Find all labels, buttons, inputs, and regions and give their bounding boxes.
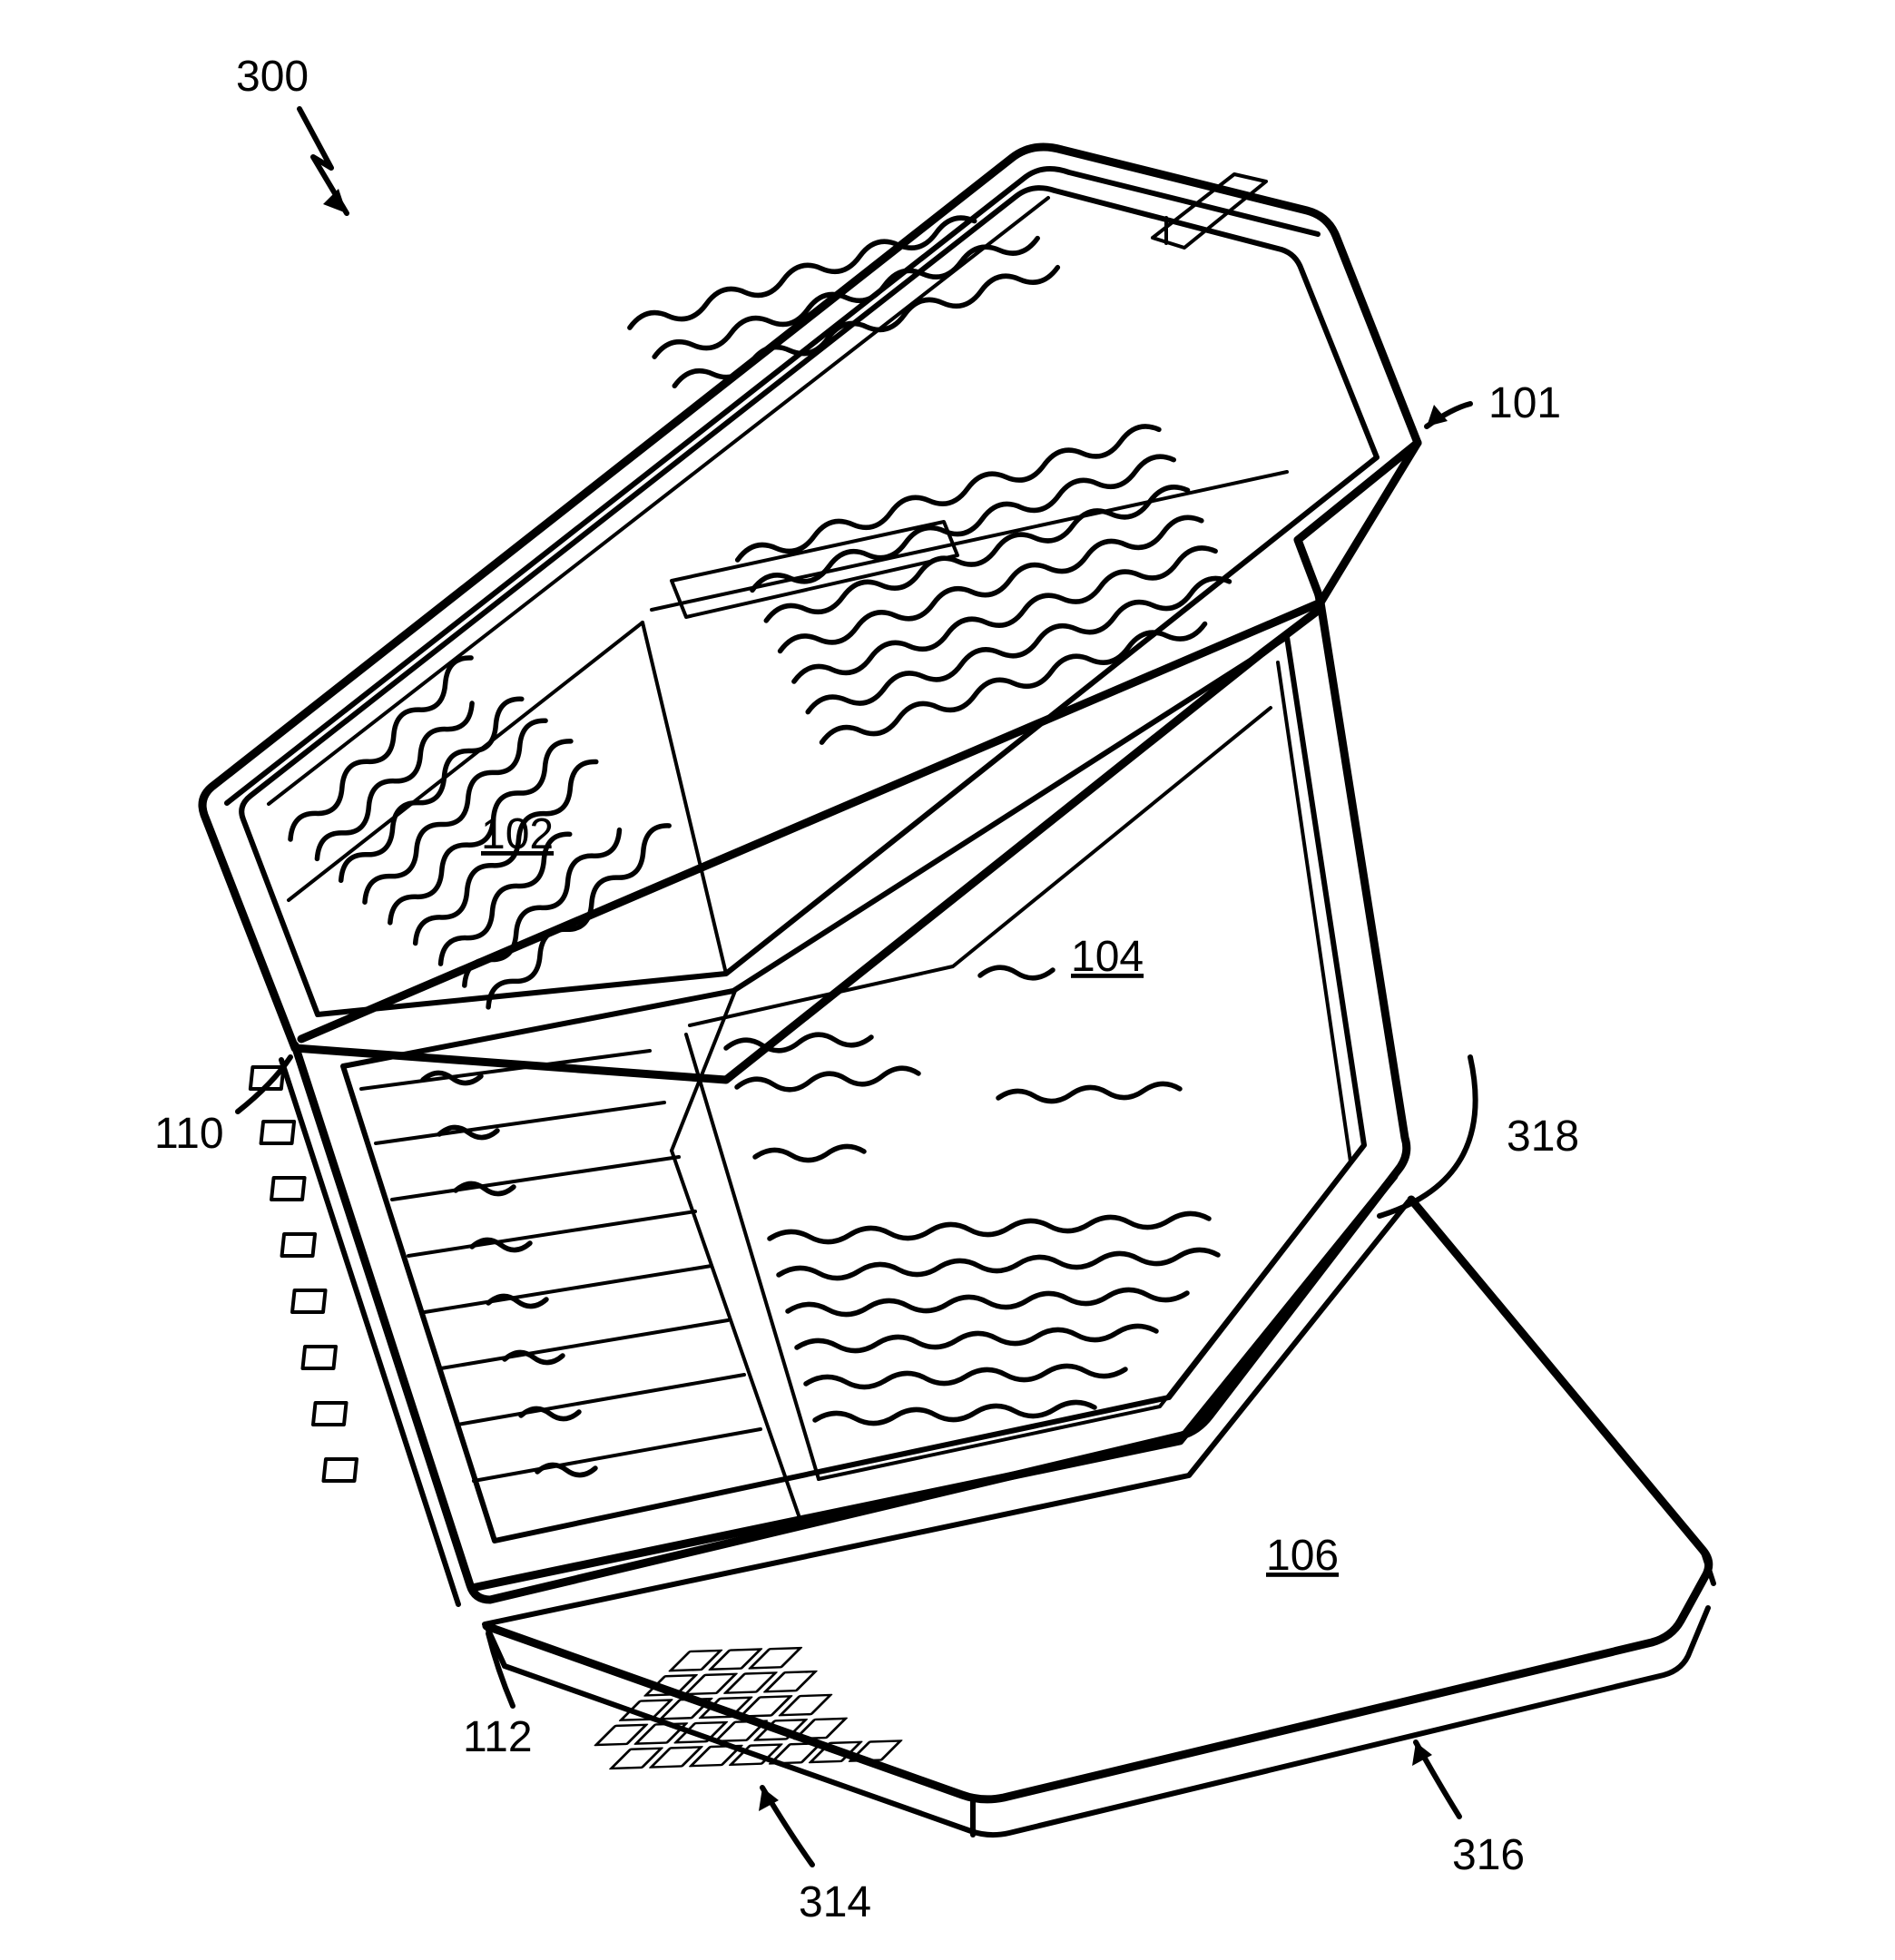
label-314: 314 xyxy=(799,1878,871,1926)
label-104: 104 xyxy=(1071,933,1144,981)
label-106: 106 xyxy=(1266,1532,1339,1580)
squiggle-lines-top-right-upper xyxy=(622,215,1238,746)
label-102: 102 xyxy=(481,810,554,858)
leader-316 xyxy=(1412,1742,1459,1817)
leader-101 xyxy=(1427,404,1470,426)
label-110: 110 xyxy=(154,1110,224,1158)
label-300: 300 xyxy=(236,53,309,101)
figure-ref-arrow xyxy=(299,109,347,213)
squiggle-lines-middle-right xyxy=(726,967,1218,1423)
squiggle-lines-top-left xyxy=(267,652,690,1009)
label-318: 318 xyxy=(1507,1112,1579,1161)
leader-314 xyxy=(759,1788,812,1865)
label-101: 101 xyxy=(1488,379,1561,427)
label-316: 316 xyxy=(1452,1831,1525,1879)
label-112: 112 xyxy=(463,1713,533,1761)
keyboard-icon-grid xyxy=(572,1642,1000,1769)
patent-figure: 300 101 102 104 106 110 112 318 314 316 xyxy=(0,0,1895,1960)
